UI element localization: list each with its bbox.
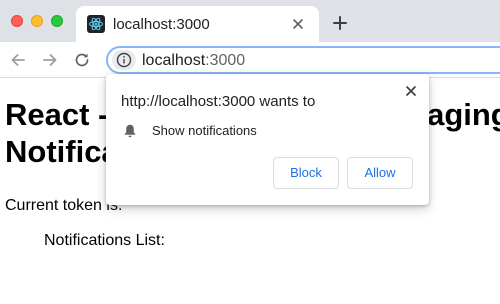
browser-toolbar: localhost:3000 [0, 42, 500, 78]
arrow-left-icon [11, 54, 25, 66]
notification-permission-prompt: http://localhost:3000 wants to Show noti… [106, 74, 429, 205]
arrow-right-icon [43, 54, 57, 66]
prompt-close-button[interactable] [402, 82, 420, 100]
browser-tab[interactable]: localhost:3000 [76, 6, 319, 42]
info-icon [116, 52, 132, 68]
window-minimize-button[interactable] [31, 15, 43, 27]
window-maximize-button[interactable] [51, 15, 63, 27]
site-info-button[interactable] [112, 50, 136, 70]
back-button[interactable] [8, 50, 28, 70]
address-bar[interactable]: localhost:3000 [106, 46, 500, 74]
tab-title: localhost:3000 [113, 16, 210, 33]
react-logo-icon [87, 15, 105, 33]
close-icon [406, 86, 416, 96]
url-port: :3000 [205, 52, 246, 69]
new-tab-button[interactable] [330, 13, 350, 33]
url-text[interactable]: localhost:3000 [142, 52, 245, 70]
block-button[interactable]: Block [273, 157, 339, 189]
forward-button[interactable] [40, 50, 60, 70]
reload-button[interactable] [72, 50, 92, 70]
window-close-button[interactable] [11, 15, 23, 27]
allow-button[interactable]: Allow [347, 157, 413, 189]
url-host: localhost [142, 52, 206, 69]
notifications-list-heading: Notifications List: [44, 232, 165, 249]
permission-text: Show notifications [152, 123, 257, 138]
tab-close-button[interactable] [288, 14, 308, 34]
current-token-label: Current token is: [5, 197, 123, 214]
bell-icon [122, 123, 138, 139]
prompt-title: http://localhost:3000 wants to [121, 93, 316, 110]
reload-icon [75, 53, 89, 67]
close-icon [293, 19, 303, 29]
plus-icon [333, 16, 347, 30]
tab-strip: localhost:3000 [0, 0, 500, 42]
